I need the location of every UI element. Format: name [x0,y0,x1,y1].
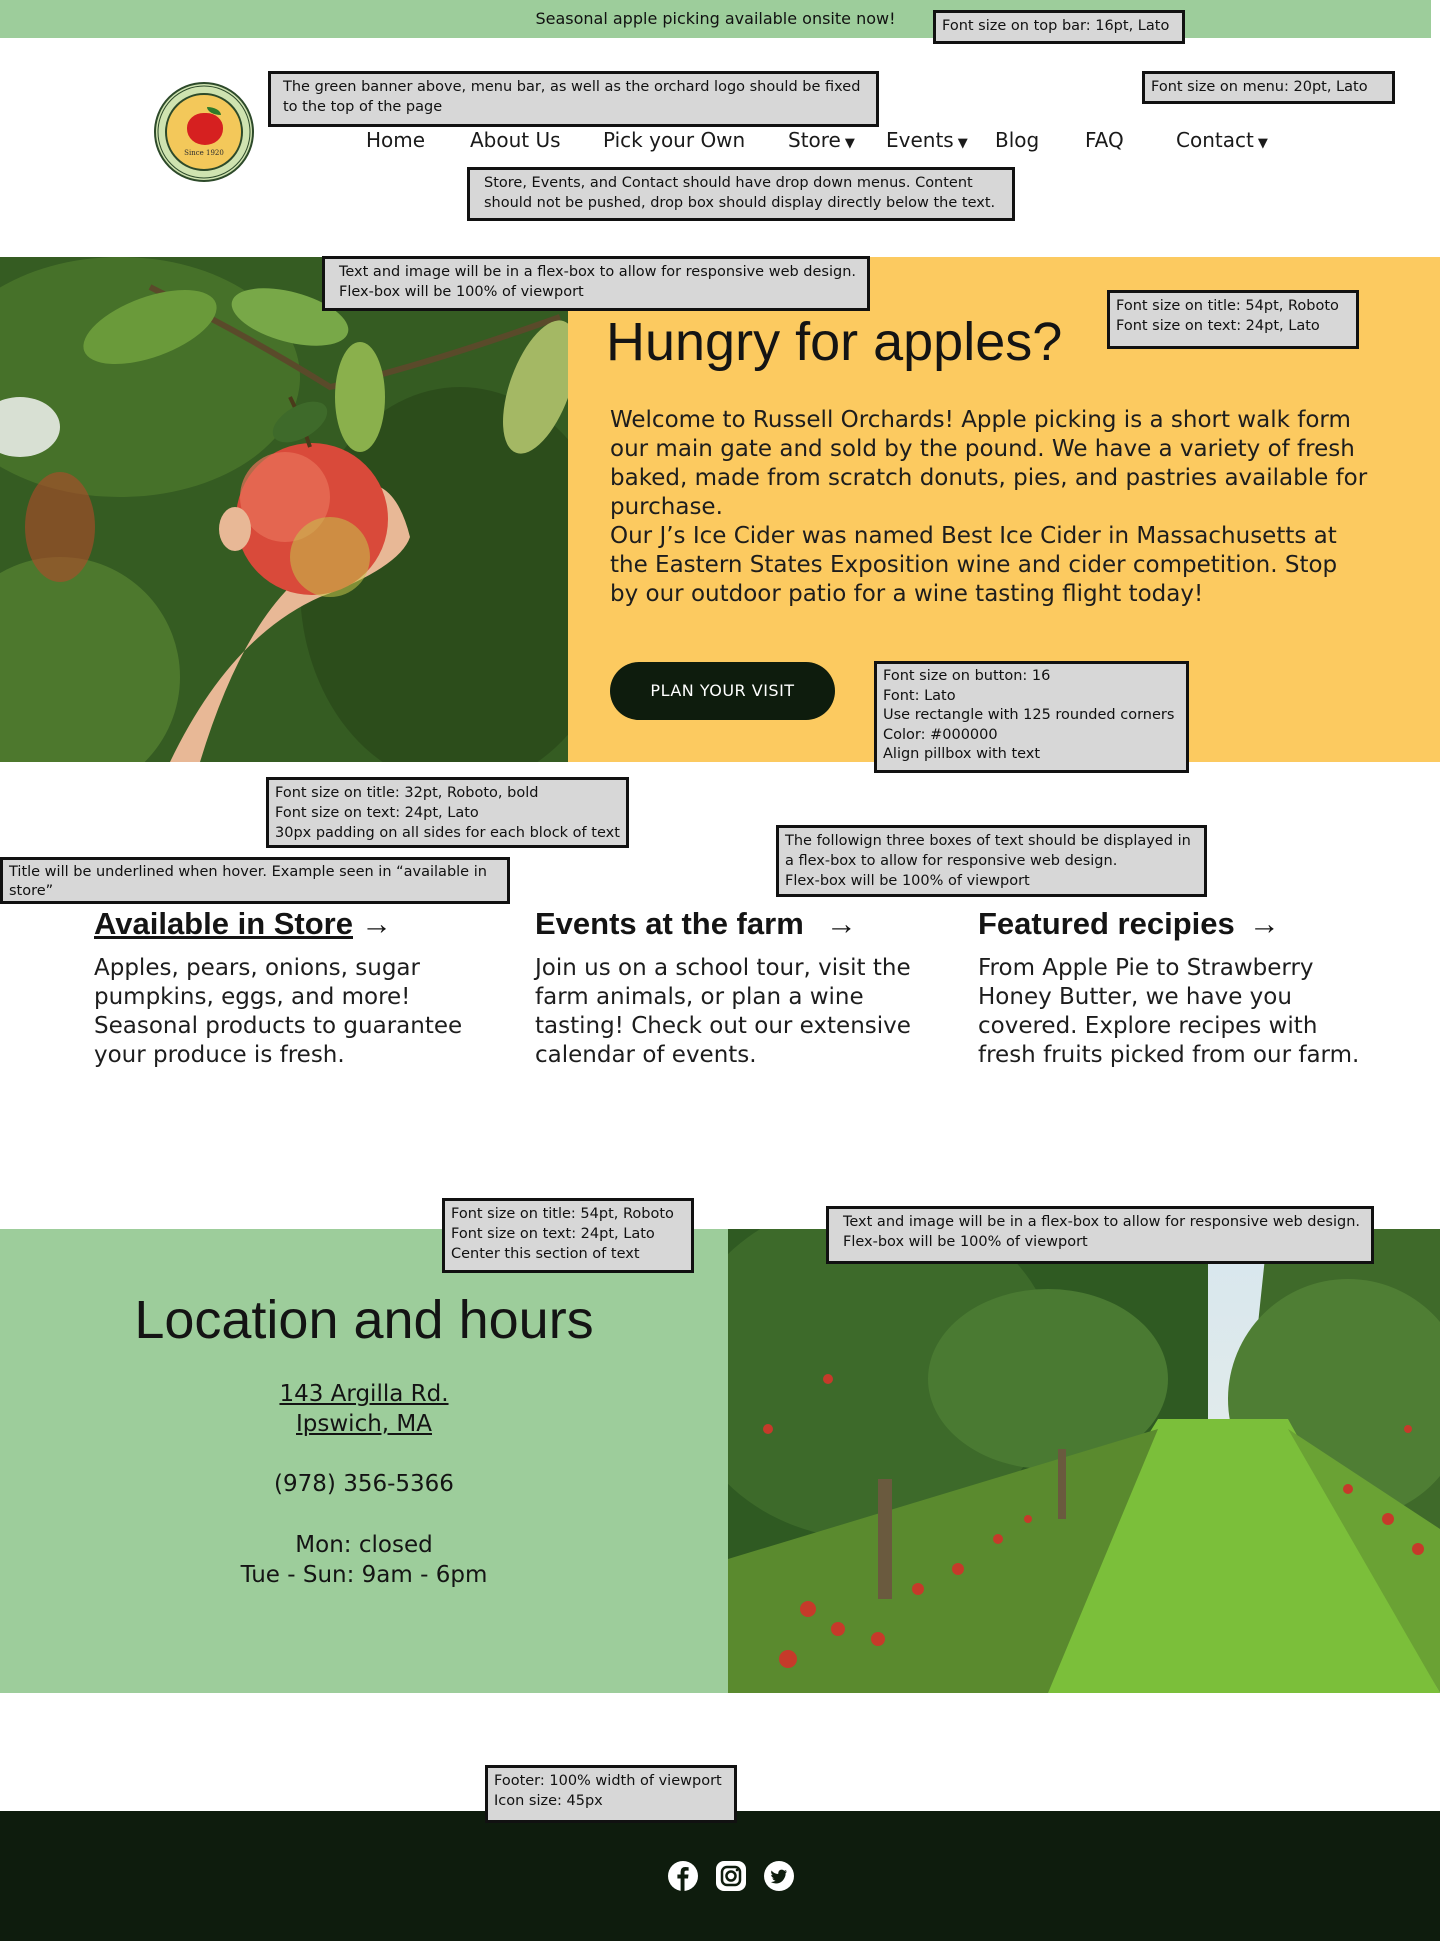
plan-your-visit-button[interactable]: PLAN YOUR VISIT [610,662,835,720]
note-location-flex: Text and image will be in a flex-box to … [826,1206,1374,1264]
chevron-down-icon: ▼ [1257,136,1268,151]
menu-item-home[interactable]: Home [366,125,425,155]
instagram-icon[interactable] [716,1861,746,1891]
hero-paragraph-2: Our J’s Ice Cider was named Best Ice Cid… [610,523,1338,607]
card-title[interactable]: Featured recipies → [978,900,1378,948]
address-link-1[interactable]: 143 Argilla Rd. [279,1381,448,1407]
orchard-photo-icon [728,1229,1440,1693]
facebook-icon[interactable] [668,1861,698,1891]
chevron-down-icon: ▼ [844,136,855,151]
note-fixed-header: The green banner above, menu bar, as wel… [268,71,879,127]
note-hero-font: Font size on title: 54pt, Roboto Font si… [1107,290,1359,349]
address-line-2: Ipswich, MA [0,1409,728,1439]
address-link-2[interactable]: Ipswich, MA [296,1411,432,1437]
card-available-in-store[interactable]: Available in Store → Apples, pears, onion… [94,900,494,1070]
note-button: Font size on button: 16 Font: Lato Use r… [874,661,1189,773]
hours-line-1: Mon: closed [295,1532,433,1558]
address-line-1: 143 Argilla Rd. [0,1379,728,1409]
menu-item-store[interactable]: Store ▼ [788,125,855,159]
location-title: Location and hours [134,1290,594,1350]
menu-item-events[interactable]: Events ▼ [886,125,968,159]
note-location-font: Font size on title: 54pt, Roboto Font si… [442,1198,694,1273]
arrow-right-icon: → [1248,906,1280,941]
hero-paragraph-1: Welcome to Russell Orchards! Apple picki… [610,407,1368,520]
feature-cards: Available in Store → Apples, pears, onion… [0,900,1440,1100]
card-title-text: Available in Store [94,906,353,941]
note-dropdowns: Store, Events, and Contact should have d… [467,167,1015,221]
menu-item-pick-your-own[interactable]: Pick your Own [603,125,745,155]
chevron-down-icon: ▼ [957,136,968,151]
card-events-at-the-farm[interactable]: Events at the farm → Join us on a school … [535,900,935,1070]
menu-item-events-label: Events [886,128,954,152]
phone-number[interactable]: (978) 356-5366 [0,1469,728,1499]
menu-item-contact-label: Contact [1176,128,1254,152]
menu-item-store-label: Store [788,128,841,152]
note-underline-hover: Title will be underlined when hover. Exa… [0,857,510,904]
note-cards-flex: The followign three boxes of text should… [776,825,1207,897]
hero-title: Hungry for apples? [606,312,1063,372]
card-text: Apples, pears, onions, sugar pumpkins, e… [94,955,463,1068]
location-text-panel: Location and hours 143 Argilla Rd. Ipswi… [0,1229,728,1693]
note-footer: Footer: 100% width of viewport Icon size… [485,1765,737,1823]
menu-item-contact[interactable]: Contact ▼ [1176,125,1268,159]
arrow-right-icon: → [825,906,857,941]
apple-in-hand-image [0,257,568,762]
card-title-text: Events at the farm [535,906,804,941]
card-title[interactable]: Available in Store → [94,900,494,948]
footer [0,1811,1440,1941]
twitter-icon[interactable] [764,1861,794,1891]
location-hours-section: Location and hours 143 Argilla Rd. Ipswi… [0,1229,1440,1693]
main-menu: Home About Us Pick your Own Store ▼ Event… [0,125,1440,155]
arrow-right-icon: → [361,906,392,941]
top-banner: Seasonal apple picking available onsite … [0,0,1431,38]
card-title[interactable]: Events at the farm → [535,900,935,948]
menu-item-about[interactable]: About Us [470,125,561,155]
top-banner-text: Seasonal apple picking available onsite … [535,9,896,28]
menu-item-blog[interactable]: Blog [995,125,1039,155]
note-cards-font: Font size on title: 32pt, Roboto, bold F… [266,777,629,848]
card-text: From Apple Pie to Strawberry Honey Butte… [978,955,1360,1068]
card-title-text: Featured recipies [978,906,1235,941]
menu-item-faq[interactable]: FAQ [1085,125,1124,155]
orchard-rows-image [728,1229,1440,1693]
card-text: Join us on a school tour, visit the farm… [535,955,911,1068]
apple-photo-icon [0,257,568,762]
card-featured-recipies[interactable]: Featured recipies → From Apple Pie to Str… [978,900,1378,1070]
note-topbar-font: Font size on top bar: 16pt, Lato [933,10,1185,44]
note-hero-flex: Text and image will be in a flex-box to … [322,256,870,311]
hours-line-2: Tue - Sun: 9am - 6pm [240,1562,488,1588]
note-menu-font: Font size on menu: 20pt, Lato [1142,71,1395,104]
